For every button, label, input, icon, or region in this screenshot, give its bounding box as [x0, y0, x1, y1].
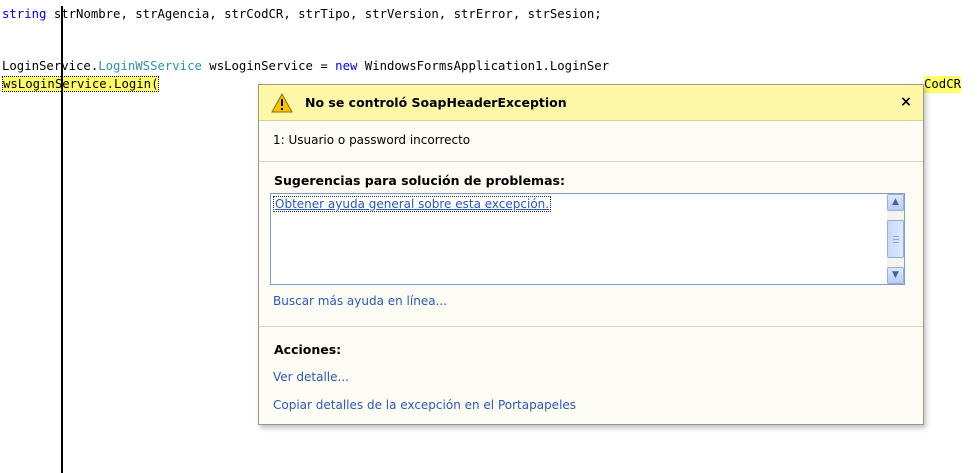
actions-heading: Acciones:: [274, 342, 342, 357]
suggestions-heading: Sugerencias para solución de problemas:: [274, 173, 565, 188]
code-line-1[interactable]: string strNombre, strAgencia, strCodCR, …: [2, 6, 602, 23]
highlighted-statement-tail: CodCR: [924, 76, 962, 93]
exception-header: No se controló SoapHeaderException ×: [259, 85, 923, 121]
suggestions-scrollbar[interactable]: ▲ ▼: [887, 194, 904, 284]
variable-declarations: strNombre, strAgencia, strCodCR, strTipo…: [46, 7, 602, 21]
suggestions-list[interactable]: Obtener ayuda general sobre esta excepci…: [270, 193, 905, 285]
namespace-prefix: LoginService.: [2, 59, 99, 73]
exception-assistant: No se controló SoapHeaderException × 1: …: [258, 84, 924, 425]
divider-actions: [259, 326, 923, 327]
close-icon[interactable]: ×: [897, 93, 915, 111]
highlighted-statement: wsLoginService.Login(: [2, 76, 160, 92]
divider-top: [259, 161, 923, 162]
constructor-text: WindowsFormsApplication1.LoginSer: [357, 59, 610, 73]
code-line-2[interactable]: LoginService.LoginWSService wsLoginServi…: [2, 58, 609, 75]
type-name: LoginWSService: [98, 59, 202, 73]
copy-exception-details-link[interactable]: Copiar detalles de la excepción en el Po…: [273, 398, 576, 412]
view-detail-link[interactable]: Ver detalle...: [273, 370, 349, 384]
scroll-up-arrow-icon[interactable]: ▲: [887, 194, 904, 211]
code-line-3[interactable]: wsLoginService.Login(: [2, 76, 160, 93]
search-online-help-link[interactable]: Buscar más ayuda en línea...: [273, 294, 447, 308]
scroll-down-arrow-icon[interactable]: ▼: [887, 267, 904, 284]
scroll-thumb[interactable]: [887, 220, 904, 258]
keyword-string: string: [2, 7, 47, 21]
warning-icon: [271, 93, 293, 113]
exception-message: 1: Usuario o password incorrecto: [273, 133, 471, 147]
exception-title: No se controló SoapHeaderException: [305, 95, 567, 110]
keyword-new: new: [335, 59, 358, 73]
suggestion-item[interactable]: Obtener ayuda general sobre esta excepci…: [273, 196, 552, 212]
editor-caret-line: [61, 6, 63, 473]
assignment-text: wsLoginService =: [201, 59, 336, 73]
